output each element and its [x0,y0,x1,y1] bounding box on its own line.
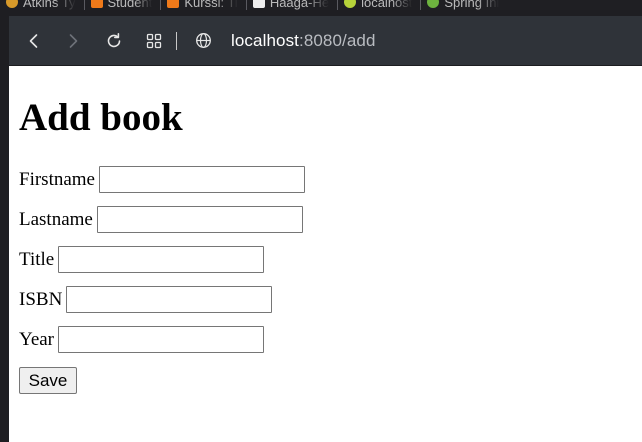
bookmark-label: Spring Ini [444,0,500,10]
site-info-button[interactable] [189,27,217,55]
moodle-favicon-icon [167,0,180,8]
bookmark-atkins[interactable]: Atkins Ty [0,0,85,10]
page-content: Add book Firstname Lastname Title ISBN Y… [9,66,642,442]
isbn-input[interactable] [66,286,273,313]
bookmark-label: Haaga-He [269,0,330,10]
forward-button[interactable] [59,27,87,55]
url-path: :8080/add [299,30,376,50]
title-input[interactable] [58,246,265,273]
year-input[interactable] [58,326,265,353]
bookmark-spring-initializr[interactable]: Spring Ini [421,0,507,10]
save-button[interactable]: Save [19,367,77,394]
firstname-input[interactable] [99,166,305,193]
isbn-row: ISBN [19,286,273,313]
lastname-input[interactable] [96,206,303,233]
spring-favicon-icon [427,0,440,8]
forward-arrow-icon [69,33,78,48]
firstname-row: Firstname [19,166,305,193]
page-favicon-icon [252,0,265,8]
lastname-row: Lastname [19,206,303,233]
bookmark-label: Atkins Ty [23,0,76,10]
back-button[interactable] [20,27,48,55]
atkins-favicon-icon [6,0,18,8]
reload-button[interactable] [100,27,128,55]
reload-icon [107,32,121,47]
page-title: Add book [19,96,183,139]
title-label: Title [19,248,55,270]
bookmark-label: localhost [361,0,413,10]
bookmark-label: Student [107,0,153,10]
year-label: Year [19,328,55,350]
moodle-favicon-icon [90,0,103,8]
globe-icon [195,33,211,48]
title-row: Title [19,246,265,273]
bookmark-haaga-helia[interactable]: Haaga-He [247,0,339,10]
browser-window: Atkins Ty Student Kurssi: Ti Haaga-He lo… [0,0,642,442]
bookmarks-bar: Atkins Ty Student Kurssi: Ti Haaga-He lo… [0,0,642,10]
url-host: localhost [231,30,299,50]
bookmark-student[interactable]: Student [85,0,162,10]
back-arrow-icon [29,33,38,48]
bookmark-localhost[interactable]: localhost [338,0,422,10]
bookmark-label: Kurssi: Ti [184,0,238,10]
spring-favicon-icon [344,0,357,8]
address-bar[interactable]: localhost:8080/add [231,31,376,51]
year-row: Year [19,326,265,353]
firstname-label: Firstname [19,168,95,190]
toolbar-divider [176,31,177,50]
window-left-edge [0,16,9,442]
tab-overview-button[interactable] [140,27,168,55]
lastname-label: Lastname [19,208,93,230]
bookmark-kurssi[interactable]: Kurssi: Ti [161,0,247,10]
grid-icon [146,33,162,48]
browser-toolbar: localhost:8080/add [9,16,642,66]
isbn-label: ISBN [19,288,63,310]
